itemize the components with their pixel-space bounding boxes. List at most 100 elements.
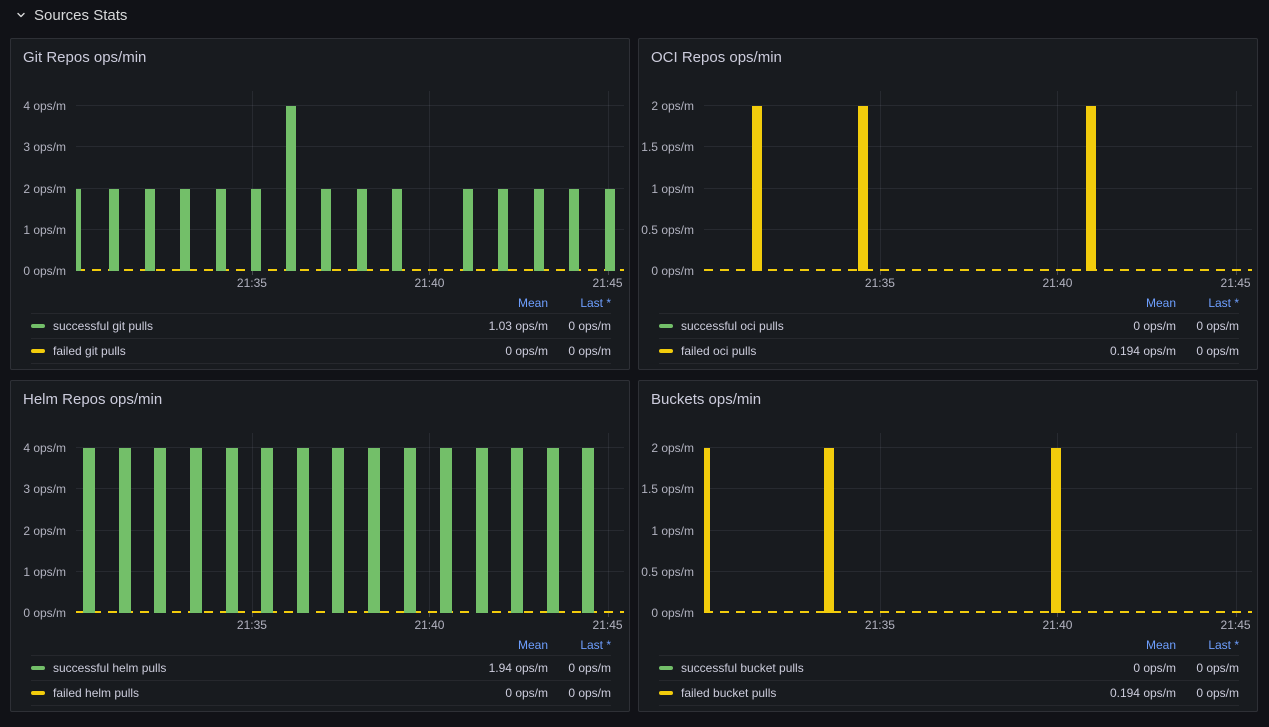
gridline-vertical <box>252 433 253 613</box>
gridline-vertical <box>1057 91 1058 271</box>
panel-grid: Git Repos ops/min 4 ops/m3 ops/m2 ops/m1… <box>10 38 1258 712</box>
series-label-wrap: failed git pulls <box>31 344 438 358</box>
legend-row: successful oci pulls0 ops/m0 ops/m <box>659 313 1239 338</box>
legend-row: failed oci pulls0.194 ops/m0 ops/m <box>659 338 1239 364</box>
gridline-horizontal <box>704 229 1252 230</box>
x-axis-label: 21:45 <box>1221 276 1251 290</box>
plot-area[interactable] <box>704 91 1252 271</box>
bar <box>368 448 380 613</box>
series-swatch-icon <box>31 691 45 695</box>
chart: 2 ops/m1.5 ops/m1 ops/m0.5 ops/m0 ops/m <box>639 433 1257 613</box>
plot-area[interactable] <box>704 433 1252 613</box>
gridline-vertical <box>880 91 881 271</box>
bar <box>261 448 273 613</box>
bar <box>440 448 452 613</box>
bar <box>752 106 762 271</box>
legend-row: failed git pulls0 ops/m0 ops/m <box>31 338 611 364</box>
legend-header: Mean Last * <box>31 635 611 655</box>
panel-title[interactable]: Buckets ops/min <box>639 381 1257 409</box>
panel-title[interactable]: OCI Repos ops/min <box>639 39 1257 67</box>
x-axis-label: 21:35 <box>237 276 267 290</box>
series-last-value: 0 ops/m <box>1176 319 1239 333</box>
bar <box>1086 106 1096 271</box>
series-swatch-icon <box>31 324 45 328</box>
panel-helm: Helm Repos ops/min 4 ops/m3 ops/m2 ops/m… <box>10 380 630 712</box>
bar <box>605 189 615 272</box>
y-axis-label: 1 ops/m <box>23 223 66 237</box>
series-label[interactable]: successful git pulls <box>53 319 153 333</box>
y-axis-label: 0 ops/m <box>651 606 694 620</box>
series-last-value: 0 ops/m <box>548 661 611 675</box>
series-mean-value: 0 ops/m <box>438 686 548 700</box>
x-axis: 21:3521:4021:45 <box>76 613 624 633</box>
legend-row: successful bucket pulls0 ops/m0 ops/m <box>659 655 1239 680</box>
bar <box>463 189 473 272</box>
bar <box>824 448 834 613</box>
panel-git: Git Repos ops/min 4 ops/m3 ops/m2 ops/m1… <box>10 38 630 370</box>
legend-col-mean[interactable]: Mean <box>1066 638 1176 652</box>
legend-row: successful helm pulls 1.94 ops/m0 ops/m <box>31 655 611 680</box>
series-label[interactable]: successful helm pulls <box>53 661 166 675</box>
chevron-down-icon[interactable] <box>15 9 27 21</box>
series-last-value: 0 ops/m <box>1176 344 1239 358</box>
y-axis-label: 4 ops/m <box>23 441 66 455</box>
bar <box>404 448 416 613</box>
series-label[interactable]: failed helm pulls <box>53 686 139 700</box>
bar <box>582 448 594 613</box>
series-label[interactable]: successful bucket pulls <box>681 661 804 675</box>
x-axis-tickmark <box>1236 271 1237 275</box>
series-mean-value: 1.94 ops/m <box>438 661 548 675</box>
bar <box>498 189 508 272</box>
bar <box>109 189 119 272</box>
y-axis-label: 3 ops/m <box>23 140 66 154</box>
bar <box>119 448 131 613</box>
x-axis-tickmark <box>880 271 881 275</box>
x-axis-tickmark <box>429 271 430 275</box>
chart: 4 ops/m3 ops/m2 ops/m1 ops/m0 ops/m <box>11 433 629 613</box>
series-last-value: 0 ops/m <box>1176 686 1239 700</box>
series-label[interactable]: failed bucket pulls <box>681 686 776 700</box>
series-swatch-icon <box>659 666 673 670</box>
series-label[interactable]: failed git pulls <box>53 344 126 358</box>
bar <box>534 189 544 272</box>
x-axis-label: 21:45 <box>593 618 623 632</box>
series-label[interactable]: successful oci pulls <box>681 319 784 333</box>
bar <box>216 189 226 272</box>
gridline-horizontal <box>76 146 624 147</box>
plot-area[interactable] <box>76 91 624 271</box>
section-header-sources-stats[interactable]: Sources Stats <box>0 0 1269 30</box>
x-axis-tickmark <box>1057 613 1058 617</box>
legend-col-mean[interactable]: Mean <box>438 638 548 652</box>
panel-title[interactable]: Helm Repos ops/min <box>11 381 629 409</box>
panel-buckets: Buckets ops/min 2 ops/m1.5 ops/m1 ops/m0… <box>638 380 1258 712</box>
plot-area[interactable] <box>76 433 624 613</box>
legend-header: Mean Last * <box>659 635 1239 655</box>
x-axis-tickmark <box>252 271 253 275</box>
legend-row: successful git pulls1.03 ops/m0 ops/m <box>31 313 611 338</box>
gridline-horizontal <box>76 105 624 106</box>
y-axis-label: 0.5 ops/m <box>641 223 694 237</box>
series-label-wrap: successful bucket pulls <box>659 661 1066 675</box>
legend: Mean Last * successful helm pulls 1.94 op… <box>31 635 611 706</box>
y-axis-label: 0 ops/m <box>23 606 66 620</box>
y-axis-label: 1 ops/m <box>23 565 66 579</box>
series-label-wrap: successful helm pulls <box>31 661 438 675</box>
series-swatch-icon <box>659 691 673 695</box>
bar <box>704 448 710 613</box>
series-swatch-icon <box>31 666 45 670</box>
panel-title[interactable]: Git Repos ops/min <box>11 39 629 67</box>
legend-col-last[interactable]: Last * <box>1176 296 1239 310</box>
legend-col-last[interactable]: Last * <box>548 638 611 652</box>
bar <box>83 448 95 613</box>
legend-col-mean[interactable]: Mean <box>438 296 548 310</box>
x-axis: 21:3521:4021:45 <box>704 613 1252 633</box>
legend-col-last[interactable]: Last * <box>548 296 611 310</box>
legend: Mean Last * successful oci pulls 0 ops/m 0… <box>659 293 1239 364</box>
series-mean-value: 0 ops/m <box>438 344 548 358</box>
legend-col-last[interactable]: Last * <box>1176 638 1239 652</box>
y-axis-label: 0 ops/m <box>651 264 694 278</box>
gridline-vertical <box>880 433 881 613</box>
series-label[interactable]: failed oci pulls <box>681 344 756 358</box>
gridline-horizontal <box>704 571 1252 572</box>
legend-col-mean[interactable]: Mean <box>1066 296 1176 310</box>
